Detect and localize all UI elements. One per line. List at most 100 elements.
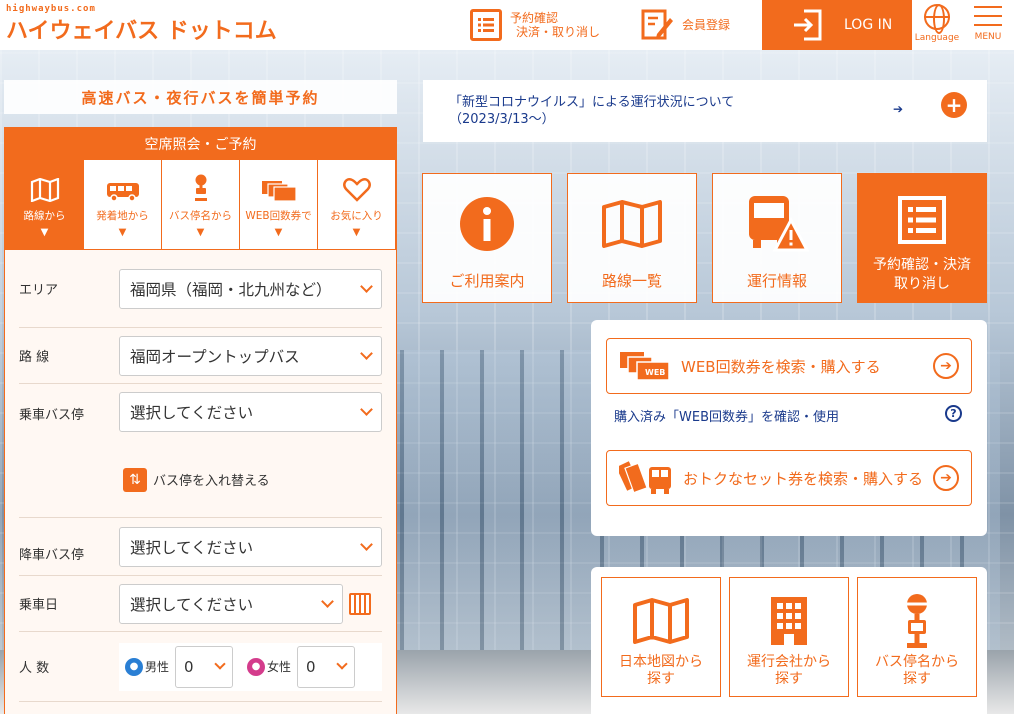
tile-label: 路線一覧	[601, 272, 662, 290]
search-by-box: 日本地図から 探す 運行会社から 探す バス停名から 探す	[591, 567, 987, 714]
board-value: 選択してください	[130, 404, 254, 422]
site-header: highwaybus.com ハイウェイバス ドットコム 予約確認 決済・取り消…	[0, 0, 1014, 50]
web-ticket-box: WEB WEB回数券を検索・購入する ➔ 購入済み「WEB回数券」を確認・使用 …	[591, 320, 987, 536]
language-label: Language	[914, 33, 960, 43]
tile-service-info[interactable]: 運行情報	[712, 173, 842, 303]
reserve-label-1: 予約確認	[510, 11, 559, 25]
tab-arrow: ▼	[274, 227, 283, 238]
member-register-link[interactable]: 会員登録	[640, 0, 730, 50]
search-by-operator-button[interactable]: 運行会社から 探す	[729, 577, 849, 697]
site-logo[interactable]: highwaybus.com ハイウェイバス ドットコム	[6, 4, 277, 45]
tagline: 高速バス・夜行バスを簡単予約	[4, 80, 397, 114]
area-label: エリア	[19, 283, 59, 298]
tab-label: 路線から	[23, 210, 66, 222]
arrow-circle-icon: ➔	[933, 465, 959, 491]
search-form: エリア 福岡県（福岡・北九州など） 路 線 福岡オープントップバス 乗車バス停 …	[5, 250, 396, 714]
help-icon[interactable]: ?	[945, 405, 962, 422]
menu-button[interactable]: MENU	[966, 6, 1010, 42]
alight-row: 降車バス停 選択してください	[19, 518, 382, 576]
heart-icon	[342, 176, 371, 202]
pencil-form-icon	[641, 9, 673, 40]
web-coupon-search-button[interactable]: WEB WEB回数券を検索・購入する ➔	[606, 338, 972, 394]
web-ticket-icon: WEB	[620, 352, 670, 381]
news-text-line1: 「新型コロナウイルス」による運行状況について	[449, 95, 735, 110]
alight-label: 降車バス停	[19, 548, 85, 563]
web-coupon-label: WEB回数券を検索・購入する	[681, 357, 881, 376]
tile-label: ご利用案内	[449, 272, 525, 290]
tile-usage-guide[interactable]: ご利用案内	[422, 173, 552, 303]
arrow-right-icon: ➔	[893, 102, 904, 116]
plus-icon[interactable]: +	[941, 92, 967, 118]
logo-title: ハイウェイバス ドットコム	[6, 19, 277, 44]
route-row: 路 線 福岡オープントップバス	[19, 328, 382, 384]
male-count-select[interactable]: 0	[175, 645, 233, 688]
set-ticket-label: おトクなセット券を検索・購入する	[683, 469, 924, 488]
reservation-check-link[interactable]: 予約確認 決済・取り消し	[470, 0, 600, 50]
area-select[interactable]: 福岡県（福岡・北九州など）	[119, 268, 382, 309]
arrow-circle-icon: ➔	[933, 353, 959, 379]
search-by-map-button[interactable]: 日本地図から 探す	[601, 577, 721, 697]
seat-search-panel: 空席照会・ご予約 路線から ▼ 発着地から ▼ バス停名から ▼ WEB回数券で…	[4, 127, 397, 714]
tile-reservation-check[interactable]: 予約確認・決済 取り消し	[857, 173, 987, 303]
date-select[interactable]: 選択してください	[119, 583, 343, 624]
menu-label: MENU	[974, 32, 1002, 42]
tab-label: お気に入り	[330, 210, 383, 222]
bus-icon	[106, 176, 140, 202]
alight-value: 選択してください	[130, 538, 254, 557]
pax-label: 人 数	[19, 661, 50, 676]
swap-stops-button[interactable]: ⇅ バス停を入れ替える	[19, 442, 382, 518]
calendar-icon[interactable]	[349, 592, 371, 615]
reserve-label-2: 決済・取り消し	[516, 25, 601, 39]
purchased-coupon-link[interactable]: 購入済み「WEB回数券」を確認・使用	[614, 406, 839, 425]
ticket-icon	[261, 176, 297, 202]
route-value: 福岡オープントップバス	[130, 347, 300, 366]
board-stop-select[interactable]: 選択してください	[119, 392, 382, 432]
search-by-operator-label-1: 運行会社から	[747, 654, 831, 670]
login-label: LOG IN	[844, 17, 893, 33]
board-label: 乗車バス停	[19, 408, 85, 423]
member-label: 会員登録	[682, 18, 731, 32]
area-value: 福岡県（福岡・北九州など）	[130, 280, 332, 299]
bus-stop-icon	[903, 588, 931, 654]
list-icon	[470, 9, 502, 41]
passenger-row: 人 数 ● 男性 0 ● 女性 0	[19, 632, 382, 702]
set-ticket-search-button[interactable]: おトクなセット券を検索・購入する ➔	[606, 450, 972, 506]
female-count-select[interactable]: 0	[297, 645, 355, 688]
globe-icon	[924, 4, 950, 34]
female-person-icon: ●	[247, 657, 265, 676]
news-banner[interactable]: 「新型コロナウイルス」による運行状況について （2023/3/13～） ➔ +	[423, 80, 987, 142]
tab-favorites[interactable]: お気に入り ▼	[318, 160, 395, 249]
route-label: 路 線	[19, 350, 50, 365]
news-text-line2: （2023/3/13～）	[449, 112, 555, 127]
tab-arrow: ▼	[196, 227, 205, 238]
search-by-stop-label-1: バス停名から	[875, 654, 959, 670]
list-icon	[897, 184, 947, 256]
chevron-down-icon	[360, 537, 373, 551]
search-by-map-label-2: 探す	[647, 671, 675, 687]
language-button[interactable]: Language	[914, 4, 960, 43]
tab-web-coupon[interactable]: WEB回数券で ▼	[240, 160, 317, 249]
search-by-map-label-1: 日本地図から	[619, 654, 703, 670]
map-icon	[30, 176, 60, 202]
male-label: 男性	[145, 660, 170, 674]
tab-route[interactable]: 路線から ▼	[6, 160, 83, 249]
set-ticket-icon	[619, 461, 671, 494]
search-by-stop-label-2: 探す	[903, 671, 931, 687]
swap-icon: ⇅	[123, 467, 147, 492]
tile-route-list[interactable]: 路線一覧	[567, 173, 697, 303]
chevron-down-icon	[321, 594, 334, 608]
tab-origin-destination[interactable]: 発着地から ▼	[84, 160, 161, 249]
bus-stop-icon	[193, 174, 209, 202]
login-door-icon	[794, 9, 822, 41]
japan-map-icon	[632, 588, 690, 654]
chevron-down-icon	[214, 657, 226, 670]
tab-bus-stop[interactable]: バス停名から ▼	[162, 160, 239, 249]
alight-stop-select[interactable]: 選択してください	[119, 526, 382, 567]
login-button[interactable]: LOG IN	[762, 0, 912, 50]
area-row: エリア 福岡県（福岡・北九州など）	[19, 250, 382, 328]
route-select[interactable]: 福岡オープントップバス	[119, 335, 382, 376]
tab-label: バス停名から	[169, 210, 232, 222]
search-by-stop-button[interactable]: バス停名から 探す	[857, 577, 977, 697]
female-label: 女性	[267, 660, 292, 674]
date-row: 乗車日 選択してください	[19, 576, 382, 632]
